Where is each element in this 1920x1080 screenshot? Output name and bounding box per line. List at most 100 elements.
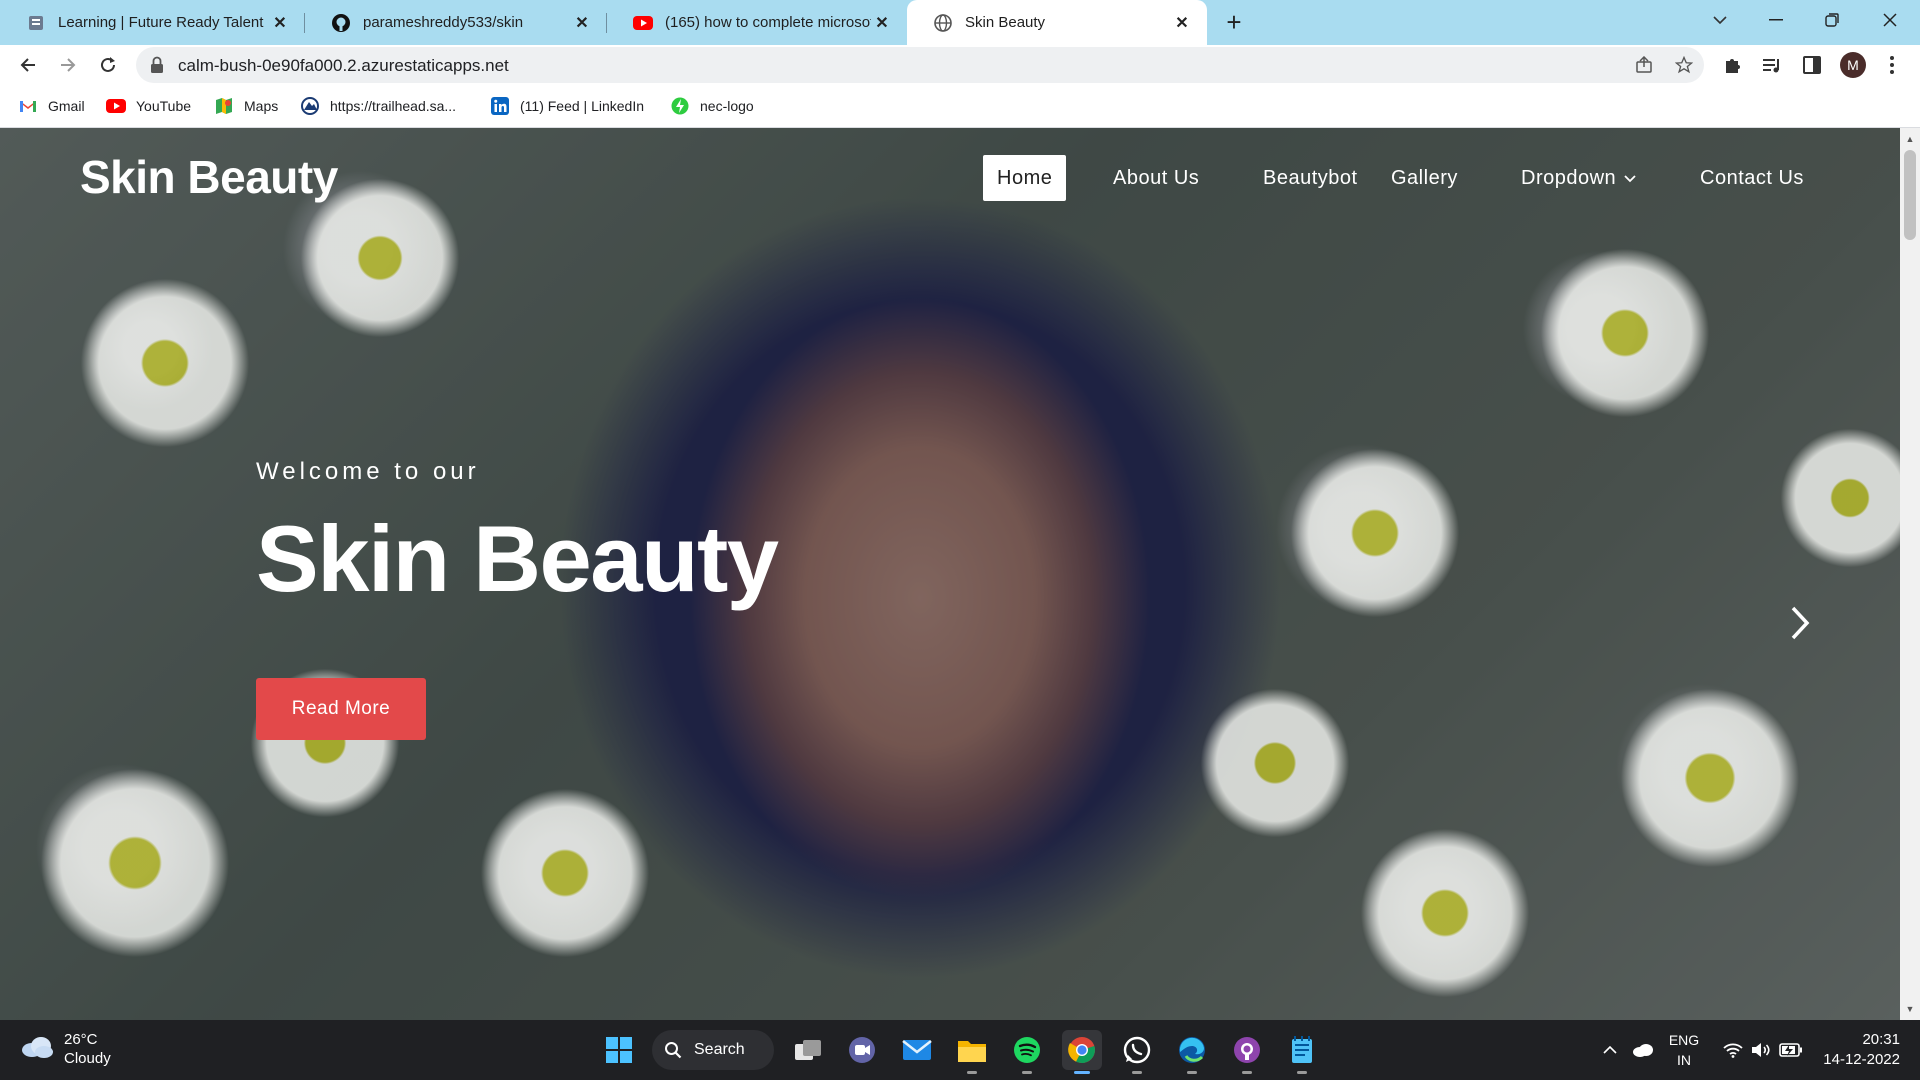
daisy-decoration [1620, 688, 1800, 868]
browser-toolbar: calm-bush-0e90fa000.2.azurestaticapps.ne… [0, 45, 1920, 85]
region-code: IN [1677, 1052, 1691, 1068]
media-control-icon[interactable] [1760, 53, 1784, 77]
taskbar-search[interactable]: Search [652, 1030, 774, 1070]
tab-search-chevron-icon[interactable] [1692, 0, 1748, 40]
bookmark-trailhead[interactable]: https://trailhead.sa... [300, 96, 456, 116]
url-text[interactable]: calm-bush-0e90fa000.2.azurestaticapps.ne… [178, 56, 509, 76]
restore-button[interactable] [1804, 0, 1860, 40]
language-indicator[interactable]: ENG IN [1666, 1030, 1702, 1070]
side-panel-icon[interactable] [1800, 53, 1824, 77]
browser-tab-skin-beauty[interactable]: Skin Beauty ✕ [907, 0, 1207, 45]
language-code: ENG [1668, 1032, 1700, 1048]
volume-icon[interactable] [1748, 1020, 1774, 1080]
nav-home[interactable]: Home [983, 155, 1067, 201]
search-icon [664, 1041, 682, 1064]
bookmark-linkedin[interactable]: (11) Feed | LinkedIn [490, 96, 644, 116]
close-tab-icon[interactable]: ✕ [269, 12, 291, 34]
task-view-icon[interactable] [788, 1030, 828, 1070]
bookmark-nec-logo[interactable]: nec-logo [670, 96, 754, 116]
nav-dropdown-label: Dropdown [1521, 166, 1617, 189]
new-tab-button[interactable]: + [1218, 6, 1250, 38]
bookmark-youtube[interactable]: YouTube [106, 96, 191, 116]
daisy-decoration [40, 768, 230, 958]
close-window-button[interactable] [1862, 0, 1918, 40]
windows-start-icon[interactable] [599, 1030, 639, 1070]
close-tab-icon[interactable]: ✕ [871, 12, 893, 34]
weather-condition: Cloudy [64, 1050, 111, 1067]
forward-button[interactable] [52, 49, 84, 81]
back-button[interactable] [12, 49, 44, 81]
youtube-favicon [633, 13, 653, 33]
bookmark-label: YouTube [136, 98, 192, 114]
nec-logo-icon [670, 96, 690, 116]
bookmark-star-icon[interactable] [1672, 53, 1696, 77]
daisy-decoration [80, 278, 250, 448]
linkedin-icon [490, 96, 510, 116]
wifi-icon[interactable] [1720, 1020, 1746, 1080]
mail-icon[interactable] [897, 1030, 937, 1070]
close-tab-icon[interactable]: ✕ [1171, 12, 1193, 34]
edge-icon[interactable] [1172, 1030, 1212, 1074]
onedrive-cloud-icon[interactable] [1628, 1020, 1658, 1080]
cloud-icon [20, 1035, 54, 1064]
hero-headline: Skin Beauty [256, 506, 779, 611]
nav-beautybot[interactable]: Beautybot [1263, 155, 1358, 201]
web-page-viewport: Skin Beauty Home About Us Beautybot Gall… [0, 128, 1900, 1020]
close-tab-icon[interactable]: ✕ [571, 12, 593, 34]
chevron-down-icon [1624, 171, 1636, 186]
file-explorer-icon[interactable] [952, 1030, 992, 1074]
scroll-down-icon[interactable]: ▼ [1900, 1000, 1920, 1018]
maps-icon [214, 96, 234, 116]
clock-time: 20:31 [1862, 1031, 1900, 1048]
windows-taskbar: 26°C Cloudy Search ENG IN 20:31 14-12-20… [0, 1020, 1920, 1080]
scrollbar-thumb[interactable] [1904, 150, 1916, 240]
trailhead-icon [300, 96, 320, 116]
scroll-up-icon[interactable]: ▲ [1900, 130, 1920, 148]
weather-widget[interactable]: 26°C Cloudy [20, 1030, 111, 1068]
globe-favicon [933, 13, 953, 33]
page-scrollbar[interactable]: ▲ ▼ [1900, 128, 1920, 1020]
nav-contact-us[interactable]: Contact Us [1700, 155, 1804, 201]
weather-temp: 26°C [64, 1031, 98, 1048]
taskbar-clock[interactable]: 20:31 14-12-2022 [1820, 1030, 1900, 1070]
teams-chat-icon[interactable] [842, 1030, 882, 1070]
bookmark-maps[interactable]: Maps [214, 96, 278, 116]
daisy-decoration [480, 788, 650, 958]
learning-favicon [26, 13, 46, 33]
youtube-icon [106, 96, 126, 116]
lock-icon[interactable] [150, 56, 168, 74]
clock-date: 14-12-2022 [1823, 1051, 1900, 1068]
tab-title: (165) how to complete microsoft [665, 14, 871, 31]
bookmark-label: Gmail [48, 98, 85, 114]
hero-welcome-text: Welcome to our [256, 458, 480, 485]
extensions-icon[interactable] [1720, 53, 1744, 77]
chrome-icon[interactable] [1062, 1030, 1102, 1074]
browser-tab-learning[interactable]: Learning | Future Ready Talent ✕ [0, 0, 305, 45]
notepad-icon[interactable] [1282, 1030, 1322, 1074]
battery-icon[interactable] [1776, 1020, 1806, 1080]
bookmarks-bar: Gmail YouTube Maps https://trailhead.sa.… [0, 85, 1920, 128]
carousel-next-icon[interactable] [1780, 598, 1820, 648]
daisy-decoration [1200, 688, 1350, 838]
bookmark-label: nec-logo [700, 98, 754, 114]
more-options-icon[interactable] [1880, 53, 1904, 77]
bookmark-gmail[interactable]: Gmail [18, 96, 85, 116]
nav-dropdown[interactable]: Dropdown [1521, 155, 1636, 201]
address-bar[interactable]: calm-bush-0e90fa000.2.azurestaticapps.ne… [136, 47, 1704, 83]
tab-title: Skin Beauty [965, 14, 1046, 31]
github-desktop-icon[interactable] [1227, 1030, 1267, 1074]
site-brand-logo[interactable]: Skin Beauty [80, 150, 338, 204]
read-more-button[interactable]: Read More [256, 678, 426, 740]
nav-about-us[interactable]: About Us [1113, 155, 1199, 201]
show-hidden-icons-chevron-icon[interactable] [1598, 1020, 1622, 1080]
browser-tab-github[interactable]: parameshreddy533/skin ✕ [305, 0, 607, 45]
whatsapp-icon[interactable] [1117, 1030, 1157, 1074]
profile-avatar[interactable]: M [1840, 52, 1866, 78]
browser-tab-youtube[interactable]: (165) how to complete microsoft ✕ [607, 0, 907, 45]
spotify-icon[interactable] [1007, 1030, 1047, 1074]
nav-gallery[interactable]: Gallery [1391, 155, 1458, 201]
minimize-button[interactable] [1748, 0, 1804, 40]
share-icon[interactable] [1632, 53, 1656, 77]
reload-button[interactable] [92, 49, 124, 81]
gmail-icon [18, 96, 38, 116]
